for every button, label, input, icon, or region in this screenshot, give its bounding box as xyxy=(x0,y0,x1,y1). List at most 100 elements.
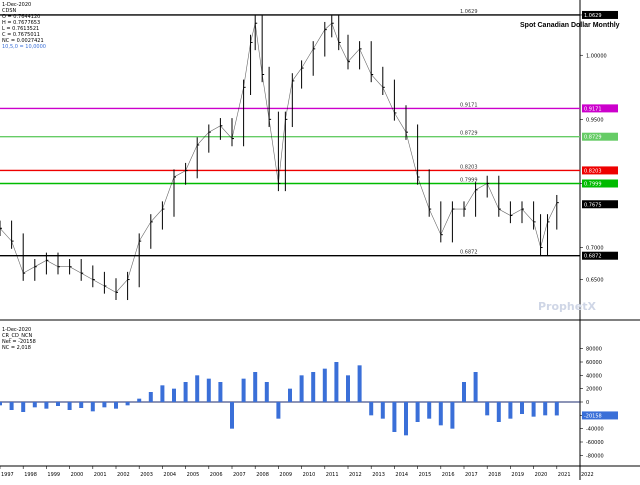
volume-bar xyxy=(299,375,304,402)
x-tick-label: 2004 xyxy=(163,472,176,478)
volume-bar xyxy=(288,388,292,402)
volume-bar xyxy=(369,402,374,416)
volume-bar xyxy=(218,382,223,402)
reference-line-label: 1.0629 xyxy=(460,9,478,15)
volume-bar xyxy=(496,402,501,422)
x-tick-label: 2020 xyxy=(535,472,548,478)
x-tick-label: 2015 xyxy=(419,472,432,478)
lower-info-box: 1-Dec-2020 CR_CD_NCN Net = -20158 NC = 2… xyxy=(2,327,36,351)
volume-bar xyxy=(90,402,95,412)
volume-bar xyxy=(322,368,327,402)
x-tick-label: 2009 xyxy=(279,472,292,478)
value-label: 0.8729 xyxy=(584,135,602,141)
volume-bar xyxy=(427,402,432,419)
volume-bar xyxy=(195,375,200,402)
volume-bar xyxy=(415,402,420,422)
chart-stage: 1.0629 0.9171 0.8729 0.8203 0.7999 0.6872 1.06… xyxy=(0,0,640,480)
value-label: 0.6872 xyxy=(584,254,602,260)
volume-bar xyxy=(102,402,107,408)
volume-bar xyxy=(531,402,536,417)
volume-bar xyxy=(404,402,408,436)
volume-bar xyxy=(79,402,84,408)
x-tick-label: 1998 xyxy=(24,472,37,478)
x-tick-label: 2008 xyxy=(256,472,269,478)
volume-bar xyxy=(206,378,211,402)
volume-y-tick-label: -60000 xyxy=(586,440,604,446)
y-tick-label: 1.00000 xyxy=(586,53,607,59)
volume-bar xyxy=(32,402,37,408)
volume-bar xyxy=(276,402,281,419)
volume-bar xyxy=(125,402,130,406)
volume-bar xyxy=(44,402,49,409)
x-tick-label: 2011 xyxy=(326,472,339,478)
volume-bar xyxy=(114,402,118,409)
y-tick-label: 0.6500 xyxy=(586,278,604,284)
x-tick-label: 2000 xyxy=(71,472,84,478)
reference-line-label: 0.8203 xyxy=(460,164,478,170)
x-tick-label: 2022 xyxy=(581,472,594,478)
volume-bar xyxy=(485,402,490,416)
volume-bar xyxy=(357,365,362,402)
volume-bar xyxy=(230,402,234,429)
x-tick-label: 2006 xyxy=(210,472,223,478)
volume-bar xyxy=(334,362,339,402)
volume-bar xyxy=(346,375,350,402)
value-label: 0.9171 xyxy=(584,106,602,112)
chart-title: Spot Canadian Dollar Monthly xyxy=(520,22,620,29)
volume-y-tick-label: 80000 xyxy=(586,347,602,353)
reference-line-label: 0.7999 xyxy=(460,177,478,183)
reference-line-label: 0.8729 xyxy=(460,131,478,137)
x-tick-label: 2005 xyxy=(187,472,200,478)
reference-line-label: 0.6872 xyxy=(460,250,478,256)
volume-bar xyxy=(392,402,397,432)
volume-bar xyxy=(241,378,246,402)
volume-bar xyxy=(67,402,72,410)
volume-bar xyxy=(172,388,176,402)
volume-bar xyxy=(0,402,2,406)
x-tick-label: 2002 xyxy=(117,472,130,478)
volume-bar xyxy=(462,382,466,402)
volume-bar xyxy=(264,382,269,402)
x-tick-label: 2003 xyxy=(140,472,153,478)
lower-info-line: NC = 2,018 xyxy=(2,345,31,351)
volume-bar xyxy=(543,402,548,416)
y-tick-label: 0.7000 xyxy=(586,246,604,252)
y-tick-label: 0.9500 xyxy=(586,117,604,123)
volume-bar xyxy=(56,402,60,406)
x-tick-label: 1997 xyxy=(1,472,14,478)
value-label: 0.7999 xyxy=(584,181,602,187)
x-tick-label: 2013 xyxy=(372,472,385,478)
x-tick-label: 2012 xyxy=(349,472,362,478)
x-tick-label: 2018 xyxy=(488,472,501,478)
volume-bar xyxy=(554,402,559,416)
volume-bar xyxy=(520,402,524,414)
volume-bar xyxy=(137,398,142,402)
x-tick-label: 2001 xyxy=(94,472,107,478)
x-tick-label: 2007 xyxy=(233,472,246,478)
volume-bar xyxy=(450,402,455,429)
volume-bar xyxy=(311,372,316,402)
volume-bar xyxy=(160,385,165,402)
volume-bar xyxy=(438,402,443,426)
volume-y-tick-label: -80000 xyxy=(586,453,604,459)
volume-bar xyxy=(253,372,258,402)
volume-bar xyxy=(473,372,478,402)
volume-bar xyxy=(21,402,26,412)
x-tick-label: 2021 xyxy=(558,472,571,478)
volume-y-tick-label: 60000 xyxy=(586,360,602,366)
value-label: 0.8203 xyxy=(584,168,602,174)
volume-y-tick-label: 40000 xyxy=(586,373,602,379)
chart-svg: 1.0629 0.9171 0.8729 0.8203 0.7999 0.6872 1.06… xyxy=(0,0,640,480)
volume-y-tick-label: 20000 xyxy=(586,387,602,393)
value-label: 1.0629 xyxy=(584,13,602,19)
watermark: ProphetX xyxy=(538,300,596,313)
reference-line-label: 0.9171 xyxy=(460,102,478,108)
volume-bar xyxy=(183,382,188,402)
x-tick-label: 1999 xyxy=(47,472,60,478)
volume-value-label: -20158 xyxy=(584,413,602,419)
volume-bar xyxy=(380,402,385,419)
x-tick-label: 2017 xyxy=(465,472,478,478)
value-label: 0.7675 xyxy=(584,202,602,208)
volume-y-tick-label: -40000 xyxy=(586,427,604,433)
x-tick-label: 2010 xyxy=(303,472,316,478)
